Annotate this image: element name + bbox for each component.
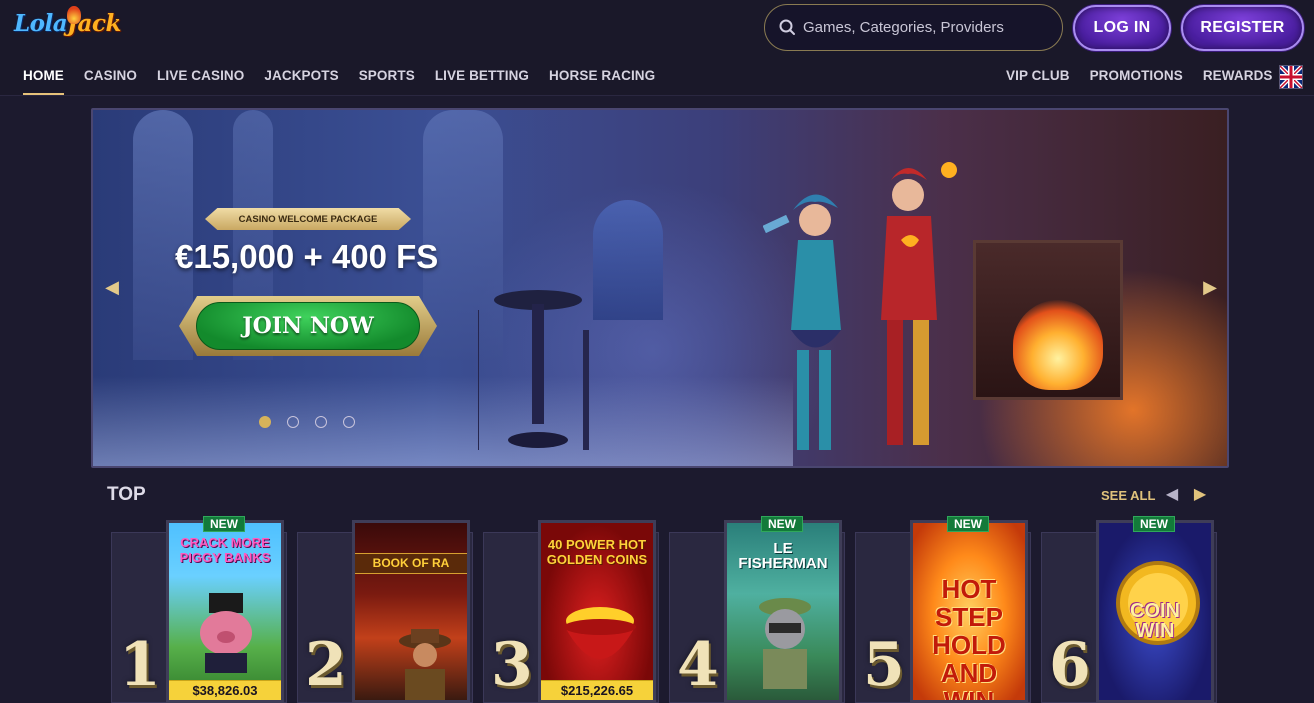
carousel-dot[interactable]	[343, 416, 355, 428]
nav-promotions[interactable]: PROMOTIONS	[1090, 68, 1183, 86]
join-now-button[interactable]: JOIN NOW	[179, 296, 437, 356]
new-badge: NEW	[1133, 516, 1175, 532]
welcome-bonus-amount: €15,000 + 400 FS	[175, 238, 439, 275]
new-badge: NEW	[761, 516, 803, 532]
game-card-book-of-ra[interactable]: BOOK OF RA	[352, 520, 470, 703]
top-prev-arrow-icon[interactable]: ◀	[1164, 486, 1180, 504]
carousel-dot[interactable]	[259, 416, 271, 428]
site-header: LolaJack Games, Categories, Providers LO…	[0, 0, 1314, 96]
new-badge: NEW	[947, 516, 989, 532]
rank-number: 1	[119, 630, 161, 700]
game-title: BOOK OF RA	[355, 553, 467, 574]
game-tile[interactable]: 6 COIN WIN NEW	[1041, 516, 1217, 703]
gold-pot-icon	[564, 607, 636, 659]
top-next-arrow-icon[interactable]: ▶	[1192, 486, 1208, 504]
see-all-link[interactable]: SEE ALL	[1101, 488, 1155, 503]
rank-number: 4	[677, 630, 719, 700]
explorer-character-icon	[399, 629, 451, 700]
game-card-hot-step[interactable]: HOT STEP HOLD AND WIN	[910, 520, 1028, 703]
fire-glow	[1013, 300, 1103, 390]
nav-vip-club[interactable]: VIP CLUB	[1006, 68, 1070, 86]
jester-jack-character	[881, 162, 957, 445]
snow-floor	[93, 376, 793, 466]
nav-live-betting[interactable]: LIVE BETTING	[435, 68, 529, 86]
game-title: HOT STEP HOLD AND WIN	[932, 574, 1006, 703]
nav-rewards[interactable]: REWARDS	[1203, 68, 1273, 86]
register-button[interactable]: REGISTER	[1181, 5, 1304, 51]
flame-icon	[67, 6, 81, 24]
hero-banner[interactable]: CASINO WELCOME PACKAGE €15,000 + 400 FS …	[91, 108, 1229, 468]
castle-arch-window	[593, 200, 663, 320]
uk-flag-icon[interactable]	[1279, 65, 1303, 89]
jester-lola-character	[763, 194, 841, 450]
tavern-table	[478, 290, 589, 450]
rank-number: 2	[305, 630, 347, 700]
game-tile[interactable]: 4 LE FISHERMAN NEW	[669, 516, 845, 703]
game-card-40-power-hot-golden-coins[interactable]: 40 POWER HOT GOLDEN COINS $215,226.65	[538, 520, 656, 703]
nav-jackpots[interactable]: JACKPOTS	[264, 68, 338, 86]
rank-number: 3	[491, 630, 533, 700]
nav-home[interactable]: HOME	[23, 68, 64, 95]
nav-horse-racing[interactable]: HORSE RACING	[549, 68, 655, 86]
lolajack-logo[interactable]: LolaJack	[14, 6, 121, 50]
login-button[interactable]: LOG IN	[1073, 5, 1171, 51]
game-title: 40 POWER HOT GOLDEN COINS	[546, 537, 648, 567]
game-title: LE FISHERMAN	[738, 540, 828, 572]
new-badge: NEW	[203, 516, 245, 532]
jackpot-amount: $38,826.03	[169, 680, 281, 700]
game-tile[interactable]: 2 BOOK OF RA	[297, 520, 473, 703]
nav-casino[interactable]: CASINO	[84, 68, 137, 86]
game-tile[interactable]: 1 CRACK MORE PIGGY BANKS $38,826.03 NEW	[111, 516, 287, 703]
secondary-nav: VIP CLUB PROMOTIONS REWARDS	[1006, 68, 1293, 86]
game-title: COIN WIN	[1130, 600, 1180, 642]
game-card-coin-win[interactable]: COIN WIN	[1096, 520, 1214, 703]
rank-number: 5	[863, 630, 905, 700]
search-input[interactable]: Games, Categories, Providers	[764, 4, 1063, 51]
nav-sports[interactable]: SPORTS	[359, 68, 415, 86]
search-placeholder: Games, Categories, Providers	[803, 19, 1004, 36]
carousel-dot[interactable]	[287, 416, 299, 428]
main-nav: HOME CASINO LIVE CASINO JACKPOTS SPORTS …	[23, 68, 675, 95]
hero-next-arrow-icon[interactable]: ▶	[1201, 278, 1219, 296]
section-title-top: TOP	[107, 484, 146, 505]
rank-number: 6	[1049, 630, 1091, 700]
carousel-dot[interactable]	[315, 416, 327, 428]
game-card-crack-more-piggy-banks[interactable]: CRACK MORE PIGGY BANKS $38,826.03	[166, 520, 284, 703]
game-card-le-fisherman[interactable]: LE FISHERMAN	[724, 520, 842, 703]
raccoon-character-icon	[759, 598, 811, 689]
hero-prev-arrow-icon[interactable]: ◀	[103, 278, 121, 296]
carousel-dots	[259, 416, 371, 428]
jackpot-amount: $215,226.65	[541, 680, 653, 700]
join-now-label: JOIN NOW	[196, 302, 420, 350]
search-icon	[777, 17, 799, 39]
welcome-package-badge: CASINO WELCOME PACKAGE	[205, 208, 411, 230]
logo-text-lola: Lola	[14, 10, 68, 37]
game-tile[interactable]: 5 HOT STEP HOLD AND WIN NEW	[855, 516, 1031, 703]
game-title: CRACK MORE PIGGY BANKS	[179, 535, 271, 565]
piggy-character-icon	[200, 593, 252, 673]
game-tile[interactable]: 3 40 POWER HOT GOLDEN COINS $215,226.65	[483, 520, 659, 703]
nav-live-casino[interactable]: LIVE CASINO	[157, 68, 244, 86]
